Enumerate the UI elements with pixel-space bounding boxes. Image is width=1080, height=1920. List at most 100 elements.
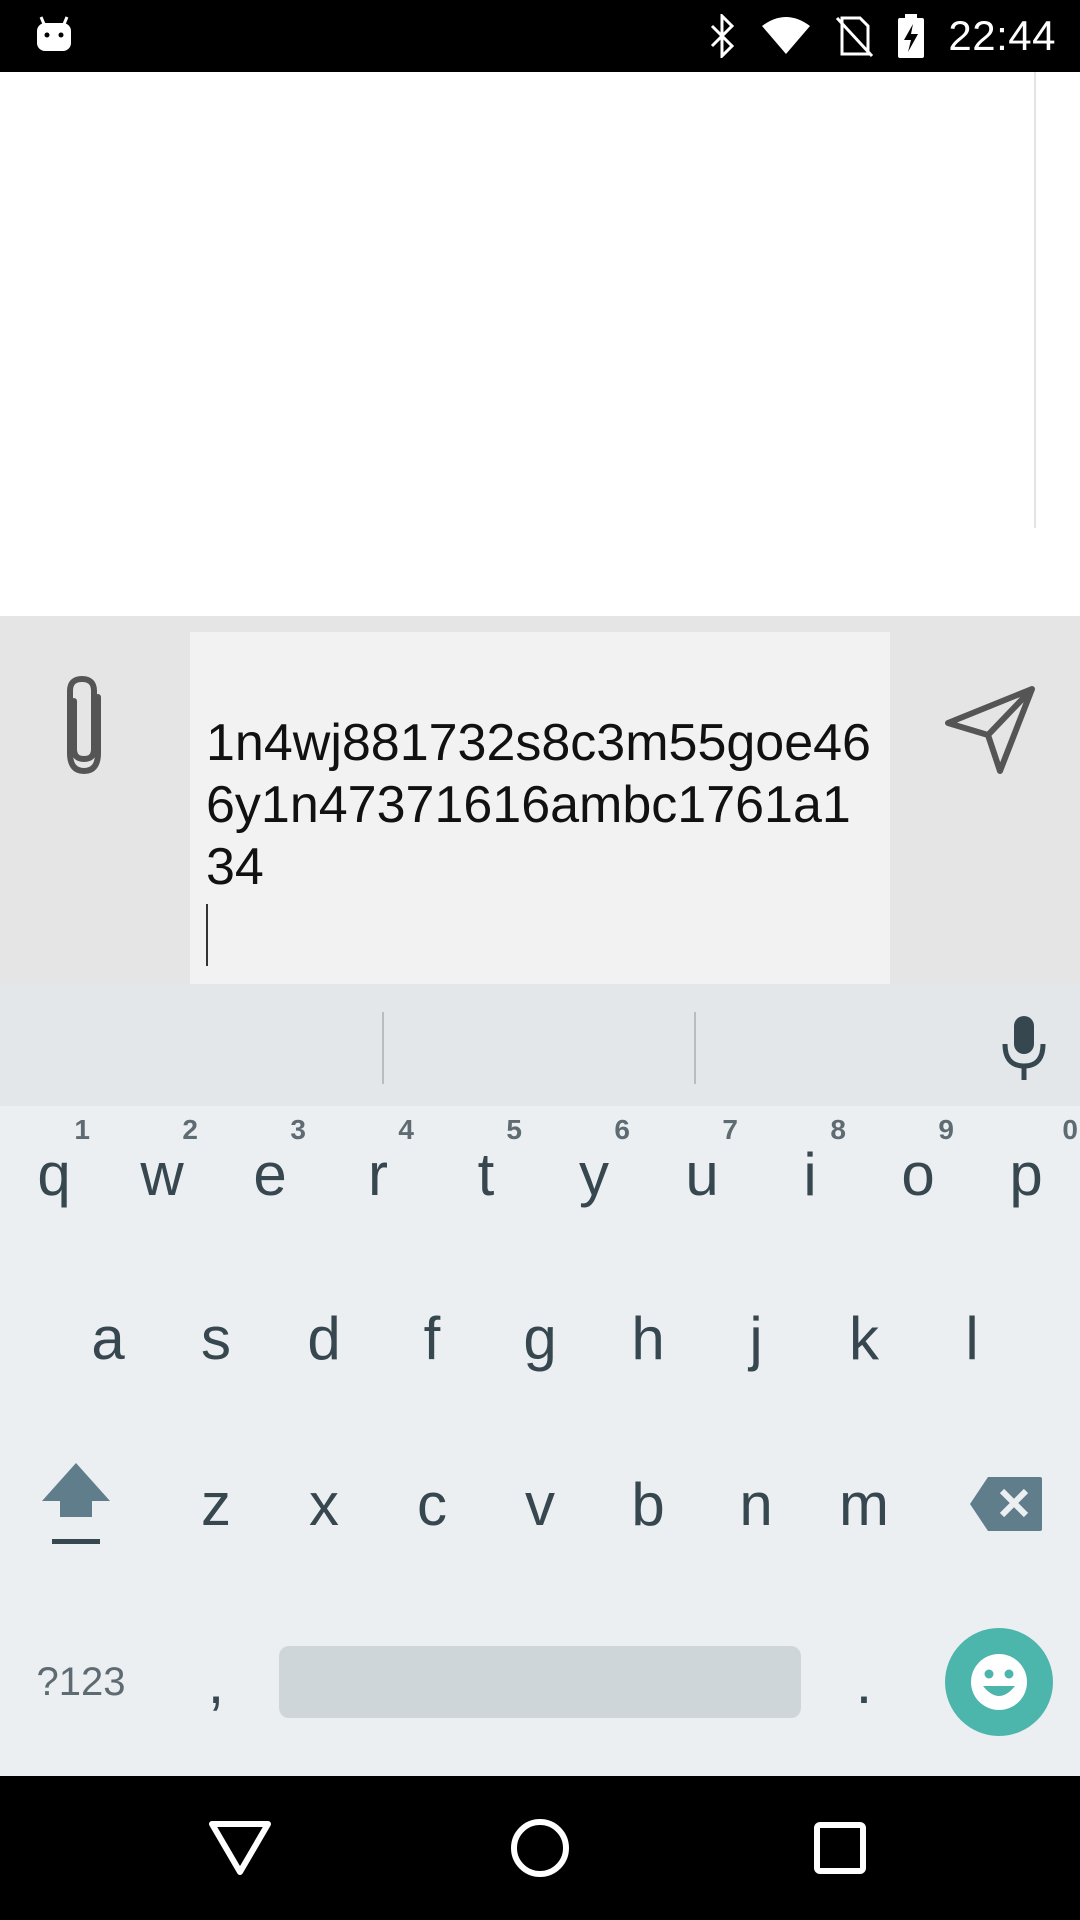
message-text: 1n4wj881732s8c3m55goe466y1n47371616ambc1… [206,714,871,896]
period-key[interactable]: . [810,1618,918,1746]
key-label: x [309,1470,339,1538]
backspace-icon [970,1477,1042,1531]
key-hint: 7 [722,1114,738,1145]
key-label: j [749,1304,763,1372]
key-q[interactable]: 1 q [0,1106,108,1242]
key-label: s [201,1304,231,1372]
key-hint: 3 [290,1114,306,1145]
home-button[interactable] [490,1802,590,1894]
attach-button[interactable] [40,660,132,792]
mic-button[interactable] [992,1014,1056,1084]
shift-icon [42,1463,110,1544]
key-hint: 9 [938,1114,954,1145]
message-input[interactable]: 1n4wj881732s8c3m55goe466y1n47371616ambc1… [190,632,890,984]
key-r[interactable]: 4 r [324,1106,432,1242]
key-e[interactable]: 3 e [216,1106,324,1242]
suggestion-strip [0,984,1080,1106]
key-m[interactable]: m [810,1436,918,1572]
key-f[interactable]: f [378,1270,486,1406]
key-label: u [685,1140,719,1208]
key-hint: 0 [1062,1114,1078,1145]
key-hint: 1 [74,1114,90,1145]
key-label: z [201,1470,231,1538]
mic-icon [1002,1016,1046,1080]
key-label: a [91,1304,125,1372]
back-icon [209,1821,271,1875]
key-label: k [849,1304,879,1372]
message-list[interactable] [0,72,1080,616]
divider [1034,72,1036,528]
status-bar: 22:44 [0,0,1080,72]
key-i[interactable]: 8 i [756,1106,864,1242]
backspace-key[interactable] [948,1436,1064,1572]
key-w[interactable]: 2 w [108,1106,216,1242]
key-v[interactable]: v [486,1436,594,1572]
key-label: . [855,1648,873,1716]
key-l[interactable]: l [918,1270,1026,1406]
key-label: v [525,1470,555,1538]
key-y[interactable]: 6 y [540,1106,648,1242]
text-cursor [206,904,208,966]
key-p[interactable]: 0 p [972,1106,1080,1242]
key-label: o [901,1140,935,1208]
key-label: i [803,1140,817,1208]
keyboard: 1 q 2 w 3 e 4 r 5 t 6 y 7 u 8 i 9 o 0 p … [0,984,1080,1776]
key-n[interactable]: n [702,1436,810,1572]
key-hint: 5 [506,1114,522,1145]
key-label: y [579,1140,609,1208]
key-hint: 4 [398,1114,414,1145]
key-label: , [207,1648,225,1716]
back-button[interactable] [190,1802,290,1894]
key-label: w [140,1140,184,1208]
key-label: ?123 [36,1659,126,1704]
key-label: p [1009,1140,1043,1208]
key-o[interactable]: 9 o [864,1106,972,1242]
clock: 22:44 [948,12,1056,59]
key-label: h [631,1304,665,1372]
key-b[interactable]: b [594,1436,702,1572]
key-t[interactable]: 5 t [432,1106,540,1242]
bluetooth-icon [708,14,738,58]
send-icon [945,686,1035,774]
battery-charging-icon [896,12,926,60]
suggestion-divider [382,1012,384,1084]
key-label: g [523,1304,557,1372]
space-bar[interactable] [279,1646,801,1718]
paperclip-icon [67,675,101,775]
compose-bar: 1n4wj881732s8c3m55goe466y1n47371616ambc1… [0,616,1080,984]
key-label: r [368,1140,388,1208]
key-j[interactable]: j [702,1270,810,1406]
key-k[interactable]: k [810,1270,918,1406]
key-label: n [739,1470,773,1538]
key-hint: 2 [182,1114,198,1145]
key-x[interactable]: x [270,1436,378,1572]
no-sim-icon [834,14,874,58]
recents-icon [814,1822,866,1874]
wifi-icon [760,16,812,56]
key-a[interactable]: a [54,1270,162,1406]
key-hint: 8 [830,1114,846,1145]
key-c[interactable]: c [378,1436,486,1572]
emoji-button[interactable] [945,1628,1053,1736]
key-label: m [839,1470,889,1538]
key-label: e [253,1140,287,1208]
android-notification-icon [34,14,74,54]
key-hint: 6 [614,1114,630,1145]
comma-key[interactable]: , [162,1618,270,1746]
key-label: c [417,1470,447,1538]
key-label: f [423,1304,441,1372]
shift-key[interactable] [14,1436,138,1572]
symbols-key[interactable]: ?123 [14,1618,148,1746]
key-label: d [307,1304,341,1372]
key-s[interactable]: s [162,1270,270,1406]
home-icon [511,1819,569,1877]
key-h[interactable]: h [594,1270,702,1406]
suggestion-divider [694,1012,696,1084]
key-z[interactable]: z [162,1436,270,1572]
recents-button[interactable] [790,1802,890,1894]
send-button[interactable] [930,676,1050,786]
key-u[interactable]: 7 u [648,1106,756,1242]
key-g[interactable]: g [486,1270,594,1406]
key-label: q [37,1140,71,1208]
key-d[interactable]: d [270,1270,378,1406]
